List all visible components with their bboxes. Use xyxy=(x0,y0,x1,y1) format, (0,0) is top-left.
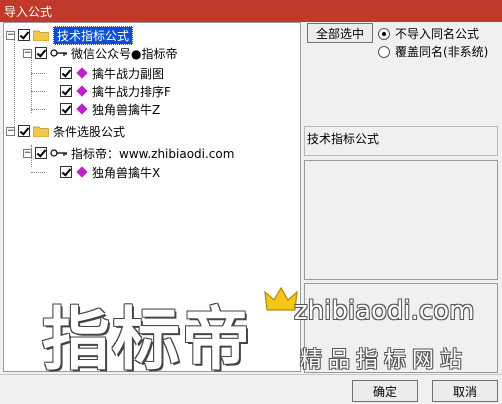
checkbox[interactable] xyxy=(60,67,72,79)
radio-label: 覆盖同名(非系统) xyxy=(395,45,489,59)
ok-button[interactable]: 确定 xyxy=(352,380,418,402)
tree-item-label: 独角兽擒牛X xyxy=(92,165,161,180)
title-bar: 导入公式 xyxy=(0,0,502,22)
import-options: 全部选中 不导入同名公式 覆盖同名(非系统) xyxy=(304,22,500,62)
tree-node-label: 条件选股公式 xyxy=(53,124,126,139)
formula-icon xyxy=(76,67,88,79)
tree-item-formula[interactable]: 独角兽擒牛X xyxy=(60,163,160,181)
formula-icon xyxy=(76,103,88,115)
formula-description-box xyxy=(304,160,498,280)
tree-item-formula[interactable]: 擒牛战力排序F xyxy=(60,82,171,100)
tree-node-label: 微信公众号●指标帝 xyxy=(71,46,178,61)
folder-icon xyxy=(33,126,49,137)
tree-node-technical-formulas[interactable]: − 技术指标公式 xyxy=(6,25,134,45)
collapse-toggle[interactable]: − xyxy=(6,126,15,136)
tree-item-formula[interactable]: 擒牛战力副图 xyxy=(60,64,164,82)
checkbox[interactable] xyxy=(35,147,47,159)
checkbox[interactable] xyxy=(60,166,72,178)
tree-node-label: 技术指标公式 xyxy=(53,25,134,45)
key-icon xyxy=(50,49,67,57)
radio-skip-duplicates[interactable]: 不导入同名公式 xyxy=(378,25,479,42)
tree-line xyxy=(31,109,45,110)
key-icon xyxy=(50,149,67,157)
select-all-button[interactable]: 全部选中 xyxy=(307,23,373,43)
tree-line xyxy=(31,55,32,113)
checkbox[interactable] xyxy=(60,103,72,115)
tree-item-label: 擒牛战力副图 xyxy=(92,66,165,81)
checkbox[interactable] xyxy=(18,125,30,137)
folder-icon xyxy=(33,30,49,41)
formula-icon xyxy=(76,85,88,97)
tree-item-label: 独角兽擒牛Z xyxy=(92,102,161,117)
tree-line xyxy=(31,73,45,74)
formula-tree[interactable]: − 技术指标公式 − 微信公众号●指标帝 擒牛战力副图 擒牛战力排序F 独角兽擒… xyxy=(3,22,301,372)
window-title: 导入公式 xyxy=(4,5,53,19)
checkbox[interactable] xyxy=(60,85,72,97)
radio-label: 不导入同名公式 xyxy=(395,27,480,41)
collapse-toggle[interactable]: − xyxy=(6,30,15,40)
checkbox[interactable] xyxy=(35,47,47,59)
collapse-toggle[interactable]: − xyxy=(23,148,32,158)
tree-node-wechat-group[interactable]: − 微信公众号●指标帝 xyxy=(23,44,177,62)
tree-item-formula[interactable]: 独角兽擒牛Z xyxy=(60,100,160,118)
checkbox[interactable] xyxy=(18,29,30,41)
tree-node-label: 指标帝：www.zhibiaodi.com xyxy=(71,146,235,161)
crown-icon xyxy=(264,286,298,311)
tree-line xyxy=(31,172,45,173)
tree-line xyxy=(31,91,45,92)
formula-detail-box xyxy=(304,283,498,373)
tree-node-zhibiaodi-group[interactable]: − 指标帝：www.zhibiaodi.com xyxy=(23,144,234,162)
dialog-footer: 确定 取消 xyxy=(0,374,502,404)
formula-category-label: 技术指标公式 xyxy=(304,126,498,156)
tree-line xyxy=(14,37,15,131)
radio-overwrite[interactable]: 覆盖同名(非系统) xyxy=(378,43,488,60)
collapse-toggle[interactable]: − xyxy=(23,48,32,58)
tree-item-label: 擒牛战力排序F xyxy=(92,84,171,99)
formula-icon xyxy=(76,166,88,178)
cancel-button[interactable]: 取消 xyxy=(432,380,498,402)
radio-button[interactable] xyxy=(378,45,390,58)
category-text: 技术指标公式 xyxy=(307,132,380,146)
radio-button[interactable] xyxy=(378,27,390,40)
tree-node-screening-formulas[interactable]: − 条件选股公式 xyxy=(6,122,125,140)
